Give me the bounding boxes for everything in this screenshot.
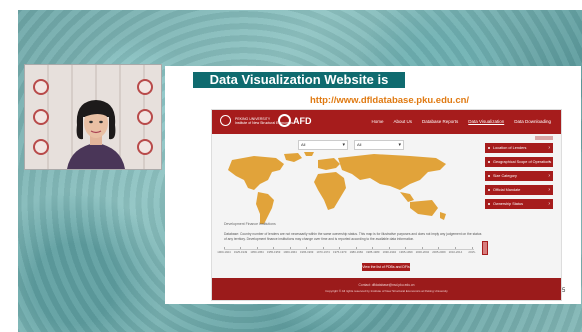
legend-official-mandate[interactable]: Official Mandate <box>485 185 553 195</box>
timeline-tick[interactable]: 2015- <box>464 246 480 254</box>
timeline-tick-mark <box>438 247 440 249</box>
timeline-tick[interactable]: 1980-1984 <box>348 246 364 254</box>
webcam-video <box>24 64 162 170</box>
legend-size-category[interactable]: Size Category <box>485 171 553 181</box>
backdrop-logo-icon <box>137 139 153 155</box>
view-list-button[interactable]: View the list of PDBs and DFIs <box>362 263 410 271</box>
timeline-tick[interactable]: 1960-1964 <box>282 246 298 254</box>
timeline-tick[interactable]: 2000-2004 <box>414 246 430 254</box>
timeline-tick-mark <box>421 247 423 249</box>
timeline-tick-mark <box>372 247 374 249</box>
timeline-tick[interactable]: 1900-1924 <box>216 246 232 254</box>
afd-logo-text: AFD <box>293 115 312 126</box>
timeline-tick[interactable]: 2005-2009 <box>431 246 447 254</box>
backdrop-logo-icon <box>33 139 49 155</box>
timeline-tick-label: 2000-2004 <box>415 250 430 254</box>
timeline-tick-label: 1970-1974 <box>316 250 330 254</box>
nav-visualization[interactable]: Data Visualization <box>468 119 504 124</box>
timeline-tick-label: 1965-1969 <box>299 250 314 254</box>
timeline-tick[interactable]: 1965-1969 <box>299 246 315 254</box>
backdrop-logo-icon <box>137 79 153 95</box>
website-screenshot: PEKING UNIVERSITY Institute of New Struc… <box>211 109 562 301</box>
timeline-tick[interactable]: 1970-1974 <box>315 246 331 254</box>
timeline-tick-mark <box>471 247 473 249</box>
filter-select-1[interactable]: All <box>298 140 348 150</box>
timeline-tick-mark <box>322 247 324 249</box>
year-timeline[interactable]: 1900-1924 1925-1949 1950-1954 1955-1959 1960… <box>217 241 488 260</box>
site-footer: Contact: dfldatabase@nsd.pku.edu.cn Copy… <box>212 278 561 300</box>
filter-selects: All All <box>298 140 404 150</box>
world-map[interactable] <box>214 150 476 228</box>
legend-geographical-scope[interactable]: Geographical Scope of Operations <box>485 157 553 167</box>
slide-page-number: 5 <box>562 288 566 294</box>
slide-title: Data Visualization Website is Alive <box>193 72 405 103</box>
timeline-tick-label: 2010-2014 <box>448 250 463 254</box>
timeline-tick[interactable]: 1985-1989 <box>365 246 381 254</box>
legend-toggle[interactable] <box>535 136 553 140</box>
timeline-tick-label: 1990-1994 <box>382 250 397 254</box>
afd-logo-icon <box>278 114 291 127</box>
nav-downloading[interactable]: Data Downloading <box>514 119 551 124</box>
filter-select-2[interactable]: All <box>354 140 404 150</box>
footer-copyright: Copyright © All rights reserved by Insti… <box>325 289 448 293</box>
timeline-tick-label: 1955-1959 <box>266 250 281 254</box>
legend-location-of-lenders[interactable]: Location of Lenders <box>485 143 553 153</box>
timeline-tick-mark <box>289 247 291 249</box>
timeline-tick[interactable]: 1925-1949 <box>233 246 249 254</box>
timeline-tick-mark <box>273 247 275 249</box>
timeline-tick-label: 1925-1949 <box>233 250 248 254</box>
pku-seal-icon <box>220 115 231 126</box>
timeline-tick-mark <box>405 247 407 249</box>
timeline-tick-mark <box>355 247 357 249</box>
nav-reports[interactable]: Database Reports <box>422 119 458 124</box>
backdrop-logo-icon <box>137 109 153 125</box>
timeline-tick-label: 1995-1999 <box>399 250 413 254</box>
timeline-tick-mark <box>454 247 456 249</box>
timeline-tick-mark <box>240 247 242 249</box>
map-caption: Development Finance Institutions <box>224 222 276 226</box>
nav-about[interactable]: About Us <box>393 119 412 124</box>
timeline-tick[interactable]: 1955-1959 <box>266 246 282 254</box>
timeline-tick[interactable]: 1990-1994 <box>381 246 397 254</box>
timeline-tick-label: 1960-1964 <box>283 250 297 254</box>
timeline-tick-label: 1975-1979 <box>333 250 347 254</box>
timeline-tick-label: 1985-1989 <box>366 250 380 254</box>
timeline-tick[interactable]: 1995-1999 <box>398 246 414 254</box>
timeline-tick-mark <box>223 247 225 249</box>
timeline-tick-mark <box>388 247 390 249</box>
nav-home[interactable]: Home <box>371 119 383 124</box>
website-url: http://www.dfldatabase.pku.edu.cn/ <box>310 95 470 106</box>
footer-contact: Contact: dfldatabase@nsd.pku.edu.cn <box>358 283 415 287</box>
timeline-tick-mark <box>256 247 258 249</box>
timeline-tick-label: 1980-1984 <box>349 250 363 254</box>
afd-logo: AFD <box>278 114 312 127</box>
timeline-tick[interactable]: 1950-1954 <box>249 246 265 254</box>
legend-ownership-status[interactable]: Ownership Status <box>485 199 553 209</box>
backdrop-logo-icon <box>33 79 49 95</box>
timeline-tick-mark <box>339 247 341 249</box>
timeline-handle[interactable] <box>482 241 488 255</box>
timeline-tick-label: 1900-1924 <box>217 250 231 254</box>
timeline-tick-label: 1950-1954 <box>250 250 264 254</box>
timeline-tick[interactable]: 1975-1979 <box>332 246 348 254</box>
map-description: Database: Country number of lenders are … <box>224 232 482 241</box>
site-nav-links: Home About Us Database Reports Data Visu… <box>371 119 551 124</box>
timeline-tick-mark <box>306 247 308 249</box>
timeline-tick-label: 2015- <box>468 250 476 254</box>
site-navbar: PEKING UNIVERSITY Institute of New Struc… <box>212 110 561 134</box>
timeline-tick[interactable]: 2010-2014 <box>447 246 463 254</box>
legend-panel: Location of Lenders Geographical Scope o… <box>485 136 553 213</box>
timeline-tick-label: 2005-2009 <box>432 250 446 254</box>
backdrop-logo-icon <box>33 109 49 125</box>
presenter <box>67 100 125 169</box>
